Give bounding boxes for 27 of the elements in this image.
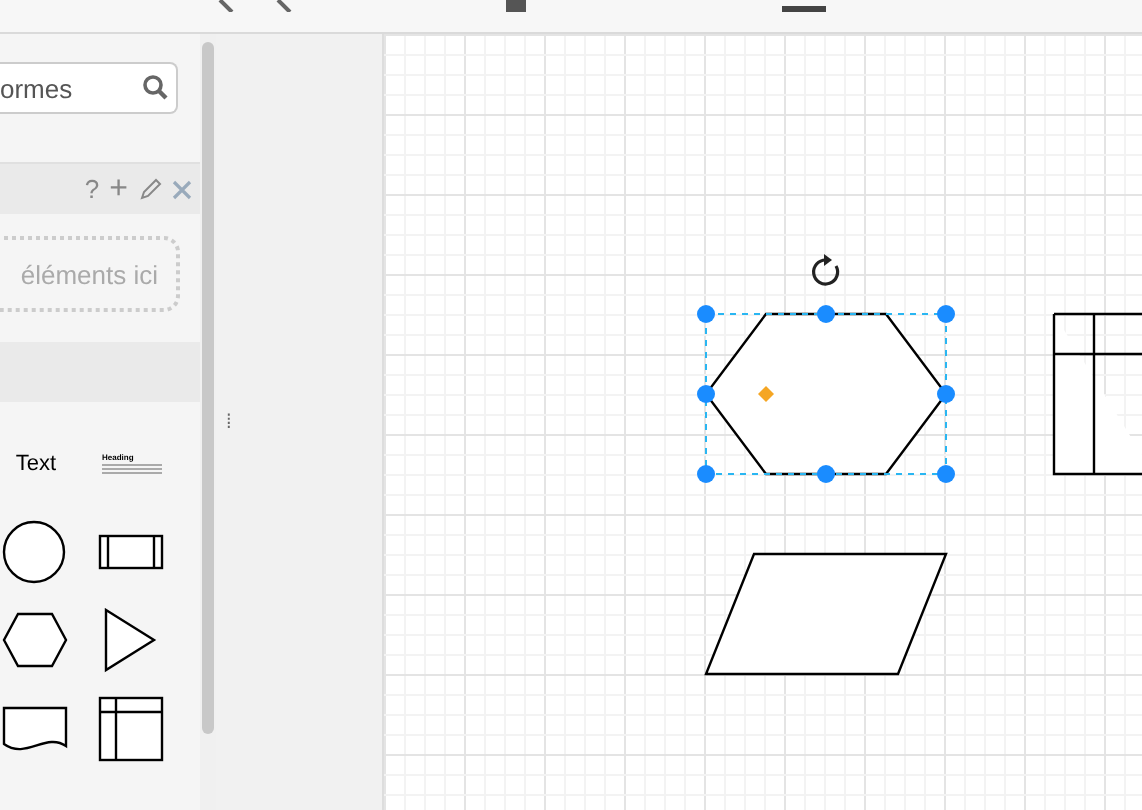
storage-shape[interactable] bbox=[98, 695, 166, 761]
resize-handle[interactable] bbox=[697, 385, 715, 403]
edit-icon[interactable] bbox=[138, 177, 162, 201]
scrollbar[interactable] bbox=[200, 34, 216, 810]
drop-zone-text: éléments ici bbox=[20, 259, 158, 289]
table-shape[interactable] bbox=[1052, 312, 1142, 476]
shape-adjust-handle[interactable] bbox=[758, 386, 774, 402]
resize-handle[interactable]: ⁞ bbox=[226, 411, 232, 433]
parallelogram-shape[interactable] bbox=[704, 552, 948, 676]
rotate-icon[interactable] bbox=[812, 254, 840, 286]
resize-handle[interactable] bbox=[697, 465, 715, 483]
resize-handle[interactable] bbox=[817, 305, 835, 323]
scrollbar-thumb[interactable] bbox=[202, 42, 214, 734]
text-shape[interactable]: Text bbox=[15, 452, 57, 476]
text-lines-icon bbox=[102, 464, 162, 476]
hexagon-shape[interactable] bbox=[2, 607, 70, 673]
search-icon[interactable] bbox=[142, 74, 168, 100]
resize-handle[interactable] bbox=[817, 465, 835, 483]
search-field[interactable]: ormes bbox=[0, 62, 178, 114]
hexagon-shape[interactable] bbox=[704, 312, 948, 476]
add-icon[interactable]: + bbox=[109, 171, 128, 207]
resize-handle[interactable] bbox=[937, 465, 955, 483]
resize-handle[interactable] bbox=[937, 385, 955, 403]
ellipse-shape[interactable] bbox=[2, 519, 70, 585]
resize-handle[interactable] bbox=[697, 305, 715, 323]
resize-handle[interactable] bbox=[937, 305, 955, 323]
help-icon[interactable]: ? bbox=[84, 174, 100, 204]
